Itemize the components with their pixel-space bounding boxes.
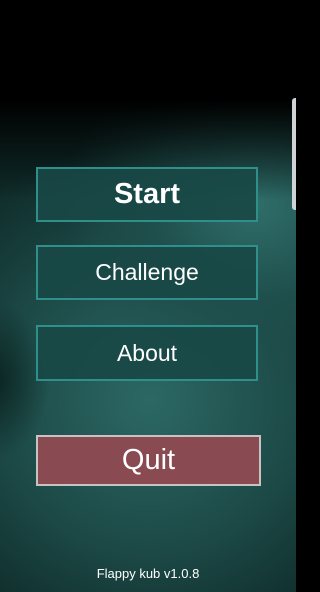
about-button[interactable]: About [36, 325, 258, 381]
start-button[interactable]: Start [36, 167, 258, 222]
quit-button-label: Quit [121, 444, 176, 476]
challenge-button-label: Challenge [95, 259, 199, 285]
game-menu-screen: Start Challenge About Quit Flappy kub v1… [0, 0, 296, 592]
edge-handle[interactable] [292, 98, 296, 210]
about-button-label: About [116, 339, 178, 366]
challenge-button[interactable]: Challenge [36, 245, 258, 300]
quit-button[interactable]: Quit [36, 435, 261, 486]
start-button-label: Start [113, 178, 181, 210]
version-text: Flappy kub v1.0.8 [96, 566, 200, 581]
